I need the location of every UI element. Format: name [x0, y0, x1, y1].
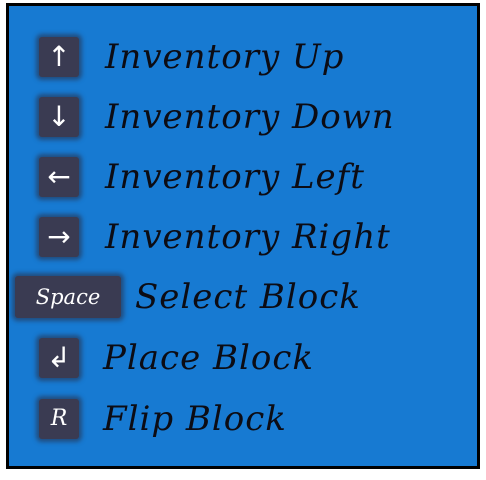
control-label-inventory-up: Inventory Up: [105, 37, 345, 77]
control-label-select-block: Select Block: [135, 277, 361, 317]
control-row-flip-block: R Flip Block: [39, 395, 459, 443]
arrow-right-key-icon: →: [39, 217, 79, 257]
arrow-down-key-icon: ↓: [39, 97, 79, 137]
arrow-left-key-icon: ←: [39, 157, 79, 197]
control-label-inventory-left: Inventory Left: [105, 157, 365, 197]
control-row-inventory-left: ← Inventory Left: [39, 153, 459, 201]
control-row-select-block: Space Select Block: [15, 273, 455, 321]
arrow-up-key-icon: ↑: [39, 37, 79, 77]
control-label-place-block: Place Block: [103, 338, 314, 378]
r-key-icon: R: [39, 399, 79, 439]
control-label-inventory-right: Inventory Right: [105, 217, 391, 257]
control-row-inventory-down: ↓ Inventory Down: [39, 93, 459, 141]
control-label-inventory-down: Inventory Down: [105, 97, 395, 137]
controls-panel: ↑ Inventory Up ↓ Inventory Down ← Invent…: [6, 3, 480, 469]
control-label-flip-block: Flip Block: [103, 399, 287, 439]
control-row-inventory-up: ↑ Inventory Up: [39, 33, 459, 81]
enter-key-icon: ↲: [39, 338, 79, 378]
space-key-icon: Space: [15, 276, 121, 318]
control-row-inventory-right: → Inventory Right: [39, 213, 459, 261]
control-row-place-block: ↲ Place Block: [39, 334, 459, 382]
